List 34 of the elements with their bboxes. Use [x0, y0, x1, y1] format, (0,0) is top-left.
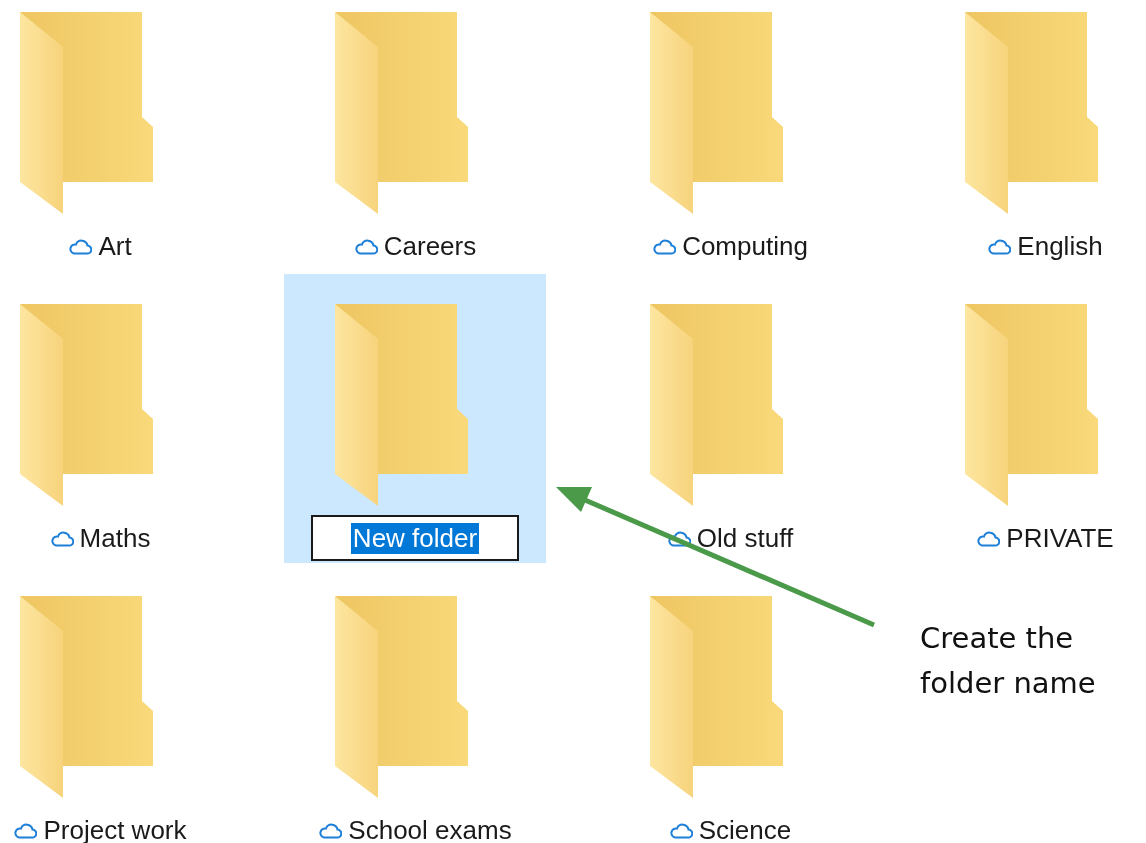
- cloud-icon: [668, 821, 693, 839]
- folder-icon[interactable]: [20, 596, 156, 801]
- folder-icon[interactable]: [335, 304, 471, 509]
- folder-name[interactable]: Maths: [79, 522, 151, 554]
- folder-icon[interactable]: [650, 12, 786, 217]
- cloud-icon: [987, 237, 1012, 255]
- folder-name[interactable]: PRIVATE: [1006, 522, 1114, 554]
- folder-icon[interactable]: [335, 12, 471, 217]
- annotation-text: Create the folder name: [920, 620, 1097, 702]
- folder-icon[interactable]: [335, 596, 471, 801]
- folder-name[interactable]: Careers: [383, 230, 477, 262]
- folder-icon[interactable]: [20, 304, 156, 509]
- folder-icon[interactable]: [965, 304, 1101, 509]
- cloud-icon: [976, 529, 1001, 547]
- cloud-icon: [68, 237, 93, 255]
- folder-name[interactable]: Computing: [682, 230, 808, 262]
- cloud-icon: [666, 529, 691, 547]
- folder-name[interactable]: Science: [698, 814, 792, 843]
- cloud-icon: [353, 237, 378, 255]
- folder-name[interactable]: Old stuff: [696, 522, 794, 554]
- folder-name[interactable]: Art: [98, 230, 132, 262]
- folder-icon[interactable]: [650, 596, 786, 801]
- selection-highlight[interactable]: New folder: [284, 274, 546, 563]
- folder-icon[interactable]: [965, 12, 1101, 217]
- cloud-icon: [49, 529, 74, 547]
- cloud-icon: [13, 821, 38, 839]
- folder-icon[interactable]: [650, 304, 786, 509]
- folder-name[interactable]: School exams: [348, 814, 512, 843]
- cloud-icon: [652, 237, 677, 255]
- rename-field[interactable]: New folder: [311, 515, 519, 561]
- folder-icon[interactable]: [20, 12, 156, 217]
- folder-name[interactable]: English: [1017, 230, 1103, 262]
- folder-name[interactable]: Project work: [43, 814, 187, 843]
- cloud-icon: [318, 821, 343, 839]
